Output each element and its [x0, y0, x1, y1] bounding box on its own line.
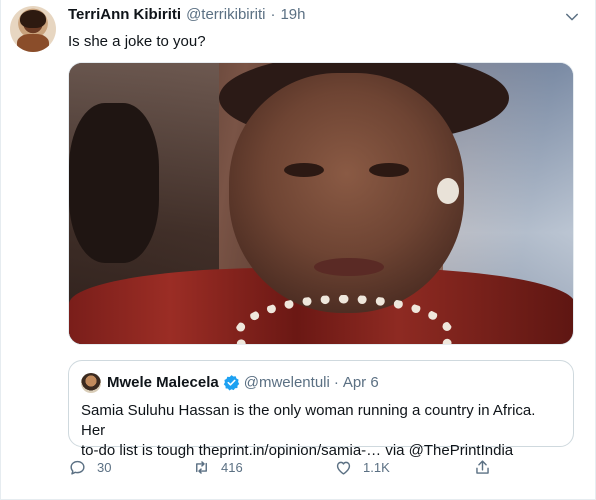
like-count: 1.1K — [363, 460, 390, 475]
tweet-time[interactable]: 19h — [280, 6, 305, 23]
quoted-tweet-header: Mwele Malecela @mwelentuli · Apr 6 — [107, 374, 379, 391]
avatar-body — [17, 34, 49, 52]
heart-icon — [336, 461, 351, 475]
quoted-mention[interactable]: @ThePrintIndia — [409, 442, 513, 459]
photo-background-person — [69, 103, 159, 263]
photo-eye-right — [369, 163, 409, 177]
quoted-text-line2-suffix: via — [381, 442, 409, 459]
author-avatar[interactable] — [10, 6, 56, 52]
quoted-article-link[interactable]: theprint.in/opinion/samia-… — [199, 442, 382, 459]
tweet-card[interactable]: TerriAnn Kibiriti @terrikibiriti · 19h I… — [0, 0, 596, 500]
author-name[interactable]: TerriAnn Kibiriti — [68, 6, 181, 23]
retweet-button[interactable]: 416 — [192, 458, 243, 477]
quoted-text-line1: Samia Suluhu Hassan is the only woman ru… — [81, 402, 536, 439]
quoted-tweet[interactable]: Mwele Malecela @mwelentuli · Apr 6 Samia… — [68, 360, 574, 459]
tweet-header: TerriAnn Kibiriti @terrikibiriti · 19h — [68, 6, 306, 23]
tweet-photo[interactable] — [68, 62, 574, 345]
quoted-text-line2-prefix: to-do list is tough — [81, 442, 199, 459]
quoted-author-name: Mwele Malecela — [107, 374, 219, 391]
reply-button[interactable]: 30 — [68, 458, 111, 477]
tweet-actions: 30 416 1.1K — [68, 458, 498, 482]
quoted-tweet-date: Apr 6 — [342, 374, 379, 391]
tweet-text: Is she a joke to you? — [68, 33, 206, 50]
quoted-author-handle: @mwelentuli — [243, 374, 330, 391]
share-button[interactable] — [473, 458, 492, 477]
reply-count: 30 — [97, 460, 112, 475]
quoted-tweet-text: Samia Suluhu Hassan is the only woman ru… — [81, 401, 563, 461]
share-icon — [476, 460, 489, 474]
avatar-hair — [20, 10, 46, 28]
photo-earring — [437, 178, 459, 204]
header-separator: · — [270, 6, 276, 23]
photo-face — [229, 73, 464, 313]
quoted-author-avatar — [81, 373, 101, 393]
author-handle[interactable]: @terrikibiriti — [186, 6, 265, 23]
reply-icon — [70, 460, 85, 475]
chevron-down-icon[interactable] — [563, 8, 581, 26]
quoted-header-separator: · — [333, 374, 339, 391]
like-button[interactable]: 1.1K — [334, 458, 390, 477]
photo-eye-left — [284, 163, 324, 177]
photo-mouth — [314, 258, 384, 276]
retweet-count: 416 — [221, 460, 243, 475]
verified-badge-icon — [223, 375, 239, 391]
retweet-icon — [196, 461, 207, 474]
